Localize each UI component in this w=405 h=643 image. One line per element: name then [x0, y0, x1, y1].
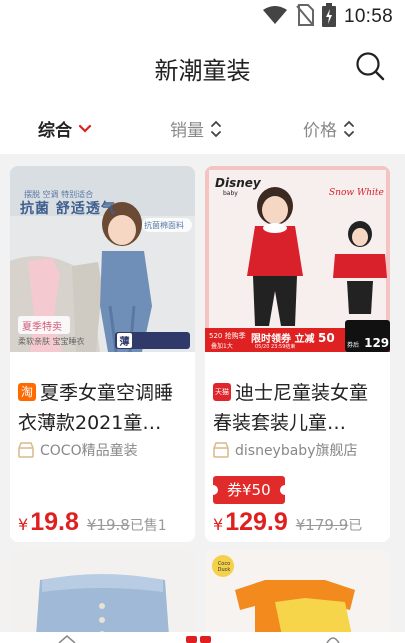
product-image: Coco Duck — [205, 550, 390, 643]
product-image — [10, 550, 195, 643]
status-time: 10:58 — [343, 6, 393, 27]
sort-bar: 综合 销量 价格 — [0, 100, 405, 154]
coupon-badge[interactable]: 券¥50 — [208, 476, 290, 504]
image-brand-sub: baby — [223, 190, 238, 197]
product-title-text: 夏季女童空调睡衣薄款2021童… — [18, 382, 174, 434]
product-card[interactable] — [10, 550, 195, 643]
original-price: ¥179.9 — [295, 516, 349, 534]
sort-arrows-icon — [211, 120, 221, 137]
home-icon[interactable] — [57, 635, 77, 643]
shop-row[interactable]: COCO精品童装 — [18, 440, 138, 460]
promo-date: 05/20 23:59结束 — [255, 344, 296, 350]
image-series: Snow White — [329, 188, 384, 198]
shop-icon — [213, 442, 229, 458]
bottom-nav — [0, 632, 405, 643]
taobao-badge-icon: 淘 — [18, 383, 36, 401]
price-row: ¥ 19.8 ¥19.8 已售1 — [18, 508, 195, 537]
price-currency: ¥ — [18, 515, 29, 534]
tmall-badge-icon: 天猫 — [213, 383, 231, 401]
status-bar: 10:58 — [0, 0, 405, 34]
page-title: 新潮童装 — [154, 58, 251, 85]
image-caption-badge: 抗菌棉面料 — [144, 221, 184, 230]
sort-tab-label: 综合 — [38, 121, 72, 141]
product-card[interactable]: 摆脱 空调 特别适合 抗菌 舒适透气 抗菌棉面料 夏季特卖 柔软亲肤 宝宝睡衣 … — [10, 166, 195, 542]
chevron-down-icon — [78, 124, 92, 133]
product-grid: 摆脱 空调 特别适合 抗菌 舒适透气 抗菌棉面料 夏季特卖 柔软亲肤 宝宝睡衣 … — [0, 154, 405, 643]
price-currency: ¥ — [213, 515, 224, 534]
sort-tab-comprehensive[interactable]: 综合 — [38, 116, 92, 141]
category-icon[interactable] — [186, 635, 212, 643]
image-caption-headline: 抗菌 舒适透气 — [20, 201, 116, 217]
image-caption-bottom-left: 夏季特卖 — [22, 322, 62, 333]
promo-price: 券后 129 起 — [347, 336, 390, 350]
wifi-icon — [262, 5, 288, 29]
sold-count: 已售1 — [129, 518, 167, 534]
product-image: Disney baby Snow White 520 抢购季 叠加1大 限时领券… — [205, 166, 390, 352]
price-value: 129.9 — [225, 508, 288, 536]
product-title: 淘 夏季女童空调睡衣薄款2021童… — [18, 378, 188, 438]
battery-charging-icon — [321, 3, 336, 31]
header: 新潮童装 — [0, 34, 405, 100]
product-card[interactable]: Coco Duck — [205, 550, 390, 643]
sort-tab-sales[interactable]: 销量 — [170, 116, 222, 141]
image-logo: 薄 — [119, 337, 130, 348]
promo-left-sub: 叠加1大 — [211, 343, 233, 350]
product-title: 天猫 迪士尼童装女童春装套装儿童… — [213, 378, 383, 438]
image-caption-bottom: 柔软亲肤 宝宝睡衣 — [18, 337, 85, 346]
shop-row[interactable]: disneybaby旗舰店 — [213, 440, 357, 460]
search-button[interactable] — [355, 51, 385, 81]
image-brand: Disney — [215, 176, 261, 190]
product-card[interactable]: Disney baby Snow White 520 抢购季 叠加1大 限时领券… — [205, 166, 390, 542]
promo-left: 520 抢购季 — [209, 332, 246, 340]
shop-name: COCO精品童装 — [40, 443, 138, 459]
sold-count: 已 — [348, 518, 363, 534]
original-price: ¥19.8 — [86, 516, 130, 534]
sort-arrows-icon — [344, 120, 354, 137]
sort-tab-label: 价格 — [303, 121, 337, 141]
product-title-text: 迪士尼童装女童春装套装儿童… — [213, 382, 369, 434]
no-sim-icon — [296, 4, 314, 30]
sort-tab-price[interactable]: 价格 — [303, 116, 355, 141]
profile-icon[interactable] — [325, 635, 341, 643]
sort-tab-label: 销量 — [170, 121, 204, 141]
shop-icon — [18, 442, 34, 458]
price-value: 19.8 — [30, 508, 79, 536]
product-image: 摆脱 空调 特别适合 抗菌 舒适透气 抗菌棉面料 夏季特卖 柔软亲肤 宝宝睡衣 … — [10, 166, 195, 352]
price-row: ¥ 129.9 ¥179.9 已 — [213, 508, 390, 537]
corner-logo: Coco Duck — [217, 561, 231, 573]
shop-name: disneybaby旗舰店 — [235, 443, 358, 459]
search-icon — [356, 52, 385, 81]
